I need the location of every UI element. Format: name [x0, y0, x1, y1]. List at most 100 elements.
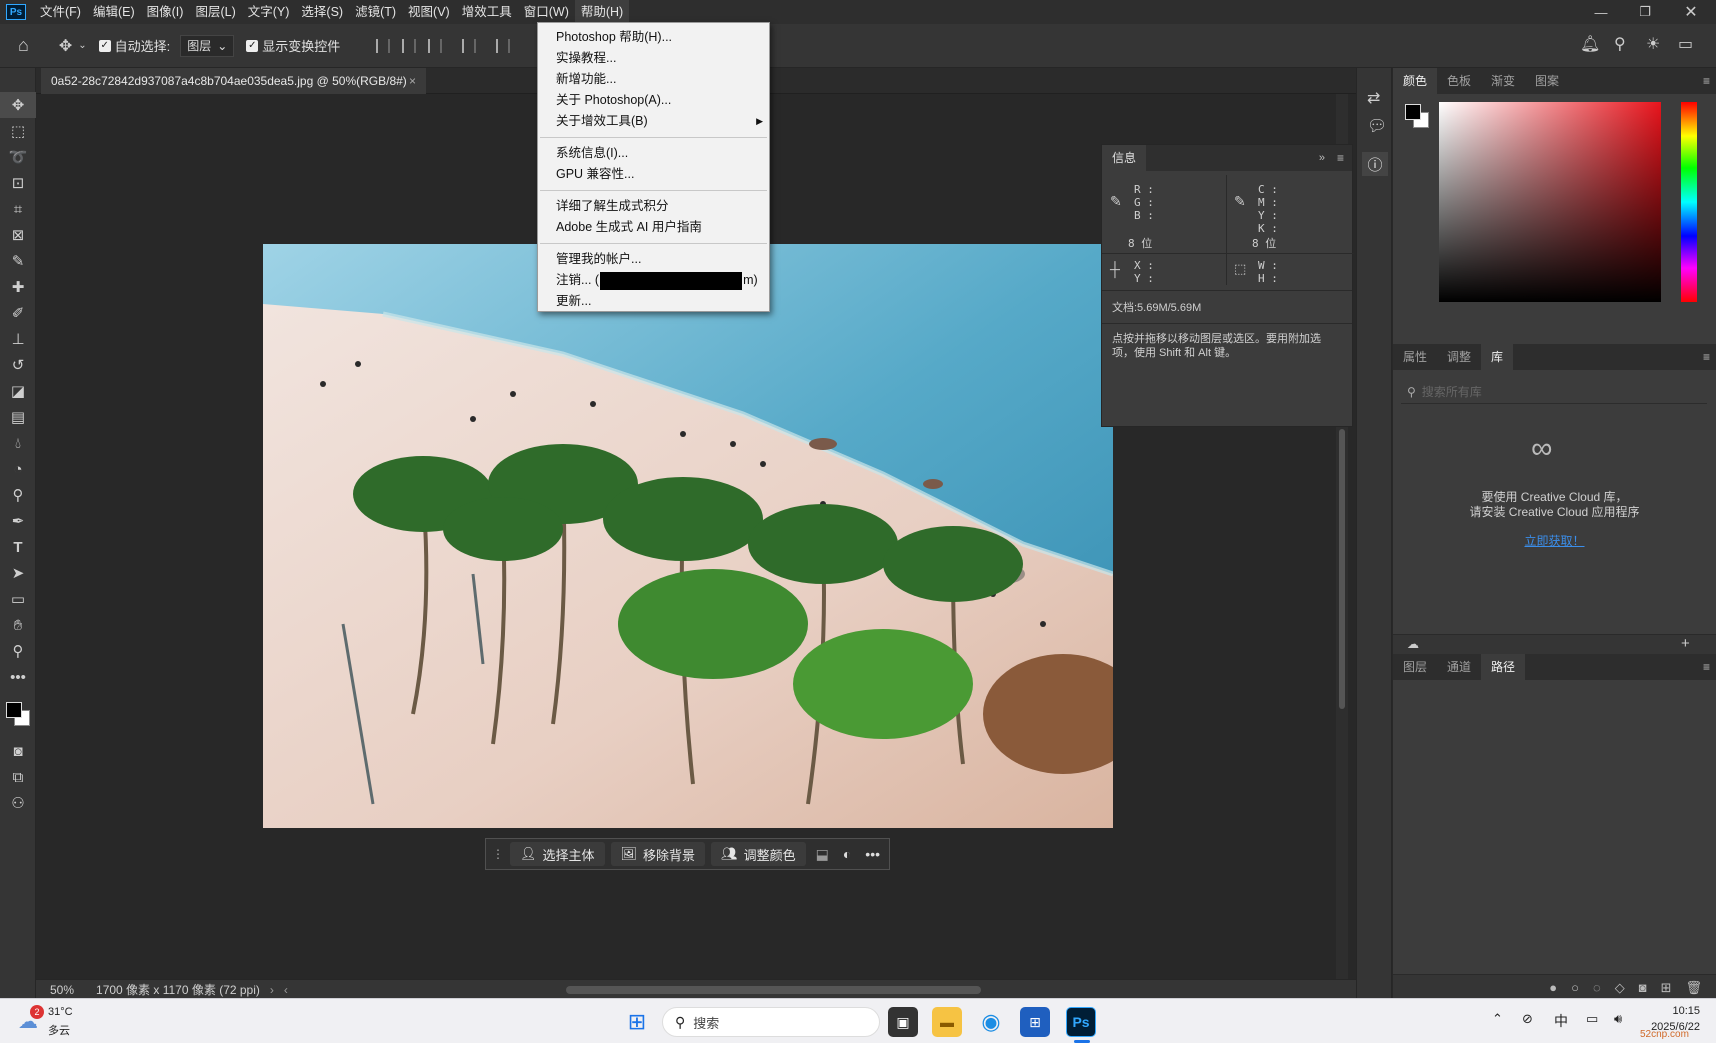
tab-swatches[interactable]: 色板: [1437, 68, 1481, 94]
tab-paths[interactable]: 路径: [1481, 654, 1526, 680]
dodge-tool-icon[interactable]: ◔: [0, 456, 36, 482]
tab-gradients[interactable]: 渐变: [1481, 68, 1525, 94]
panel-menu-icon[interactable]: ≡: [1337, 151, 1344, 165]
path-select-icon[interactable]: ➤: [0, 560, 36, 586]
menu-window[interactable]: 窗口(W): [518, 0, 575, 24]
adjust-color-button[interactable]: 👥︎ 调整颜色: [711, 842, 806, 866]
gradient-tool-icon[interactable]: ▤: [0, 404, 36, 430]
healing-brush-icon[interactable]: ✚: [0, 274, 36, 300]
menu-view[interactable]: 视图(V): [402, 0, 456, 24]
hue-slider[interactable]: [1681, 102, 1697, 302]
color-swatches[interactable]: [0, 690, 35, 738]
menu-item-sign-out[interactable]: 注销... (m): [538, 270, 769, 291]
menu-image[interactable]: 图像(I): [141, 0, 190, 24]
menu-file[interactable]: 文件(F): [34, 0, 87, 24]
align-left-icon[interactable]: [376, 38, 391, 53]
menu-filter[interactable]: 滤镜(T): [349, 0, 402, 24]
blur-tool-icon[interactable]: 💧︎: [0, 430, 36, 456]
collapse-icon[interactable]: »: [1319, 152, 1325, 164]
document-tab[interactable]: 0a52-28c72842d937087a4c8b704ae035dea5.jp…: [41, 68, 426, 94]
new-path-icon[interactable]: ⊞: [1661, 980, 1672, 996]
stroke-path-icon[interactable]: ○: [1571, 980, 1579, 995]
horizontal-scrollbar[interactable]: [565, 985, 981, 994]
type-tool-icon[interactable]: T: [0, 534, 36, 560]
volume-icon[interactable]: 🔊︎: [1614, 1011, 1622, 1027]
menu-item-whats-new[interactable]: 新增功能...: [538, 69, 769, 90]
home-icon[interactable]: ⌂: [18, 35, 29, 56]
stamp-tool-icon[interactable]: ⊥: [0, 326, 36, 352]
crop-tool-icon[interactable]: ⌗: [0, 196, 36, 222]
get-now-link[interactable]: 立即获取！: [1393, 532, 1716, 549]
photoshop-logo-icon[interactable]: Ps: [6, 4, 26, 20]
scroll-left-icon[interactable]: ‹: [284, 983, 288, 997]
tab-libraries[interactable]: 库: [1481, 344, 1514, 370]
display-icon[interactable]: ▭: [1586, 1011, 1598, 1027]
taskbar-search[interactable]: ⚲ 搜索: [662, 1007, 880, 1037]
menu-item-system-info[interactable]: 系统信息(I)...: [538, 143, 769, 164]
close-tab-icon[interactable]: ×: [409, 74, 416, 88]
tab-adjustments[interactable]: 调整: [1437, 344, 1481, 370]
menu-select[interactable]: 选择(S): [295, 0, 349, 24]
menu-item-manage-account[interactable]: 管理我的帐户...: [538, 249, 769, 270]
more-options-icon[interactable]: •••: [865, 846, 880, 862]
panel-menu-icon[interactable]: ≡: [1703, 660, 1710, 674]
menu-plugins[interactable]: 增效工具: [456, 0, 518, 24]
more-tools-icon[interactable]: •••: [0, 664, 36, 690]
quick-mask-icon[interactable]: ◙: [0, 738, 36, 764]
network-icon[interactable]: ⊘: [1522, 1011, 1533, 1027]
chevron-right-icon[interactable]: ›: [270, 983, 274, 997]
menu-item-photoshop-help[interactable]: Photoshop 帮助(H)...: [538, 27, 769, 48]
align-center-icon[interactable]: [402, 38, 417, 53]
make-path-icon[interactable]: ◇: [1615, 980, 1625, 996]
tab-patterns[interactable]: 图案: [1525, 68, 1569, 94]
eraser-tool-icon[interactable]: ◪: [0, 378, 36, 404]
restore-icon[interactable]: ❐: [1624, 0, 1666, 24]
store-icon[interactable]: ⊞: [1020, 1007, 1050, 1037]
foreground-color[interactable]: [1405, 104, 1421, 120]
marquee-tool-icon[interactable]: ⬚: [0, 118, 36, 144]
comments-icon[interactable]: 💬︎: [1367, 116, 1387, 136]
chevron-down-icon[interactable]: ⌄: [78, 40, 86, 51]
close-icon[interactable]: ✕: [1670, 0, 1712, 24]
move-tool-icon[interactable]: ✥: [59, 36, 72, 56]
foreground-color[interactable]: [6, 702, 22, 718]
tab-properties[interactable]: 属性: [1393, 344, 1437, 370]
task-view-icon[interactable]: ▣: [888, 1007, 918, 1037]
file-explorer-icon[interactable]: ▬: [932, 1007, 962, 1037]
history-brush-icon[interactable]: ↺: [0, 352, 36, 378]
tab-channels[interactable]: 通道: [1437, 654, 1481, 680]
move-tool-icon[interactable]: ✥: [0, 92, 36, 118]
load-selection-icon[interactable]: ◌: [1593, 980, 1601, 995]
workspace-icon[interactable]: ▭: [1678, 34, 1693, 54]
menu-layer[interactable]: 图层(L): [189, 0, 241, 24]
color-field[interactable]: [1439, 102, 1661, 302]
photoshop-taskbar-icon[interactable]: Ps: [1066, 1007, 1096, 1037]
lightbulb-icon[interactable]: ☀: [1646, 34, 1660, 54]
menu-item-generative-credits[interactable]: 详细了解生成式积分: [538, 196, 769, 217]
menu-item-tutorials[interactable]: 实操教程...: [538, 48, 769, 69]
auto-select-checkbox[interactable]: ✓: [98, 39, 111, 52]
zoom-level[interactable]: 50%: [50, 983, 74, 997]
align-right-icon[interactable]: [428, 38, 443, 53]
rectangle-tool-icon[interactable]: ▭: [0, 586, 36, 612]
drag-handle-icon[interactable]: ⋮: [492, 847, 504, 861]
zoom-tool-icon[interactable]: ⚲: [0, 638, 36, 664]
clock-time[interactable]: 10:15: [1660, 1005, 1700, 1017]
object-select-tool-icon[interactable]: ⊡: [0, 170, 36, 196]
cloud-icon[interactable]: ☁: [1407, 637, 1419, 651]
menu-item-ai-guide[interactable]: Adobe 生成式 AI 用户指南: [538, 217, 769, 238]
remove-background-button[interactable]: 🖼︎ 移除背景: [610, 842, 706, 866]
mask-icon[interactable]: ⬓: [816, 846, 829, 863]
minimize-icon[interactable]: —: [1580, 0, 1622, 24]
adjustment-icon[interactable]: ◐: [843, 846, 851, 862]
distribute-icon[interactable]: [462, 38, 477, 53]
pen-tool-icon[interactable]: ✒: [0, 508, 36, 534]
menu-item-about-photoshop[interactable]: 关于 Photoshop(A)...: [538, 90, 769, 111]
ime-indicator[interactable]: 中: [1554, 1011, 1568, 1031]
info-panel-icon[interactable]: ⓘ: [1362, 152, 1388, 176]
eyedropper-tool-icon[interactable]: ✎: [0, 248, 36, 274]
brush-tool-icon[interactable]: ✐: [0, 300, 36, 326]
tab-layers[interactable]: 图层: [1393, 654, 1437, 680]
menu-item-about-plugins[interactable]: 关于增效工具(B) ▶: [538, 111, 769, 132]
windows-start-icon[interactable]: ⊞: [622, 1007, 652, 1037]
